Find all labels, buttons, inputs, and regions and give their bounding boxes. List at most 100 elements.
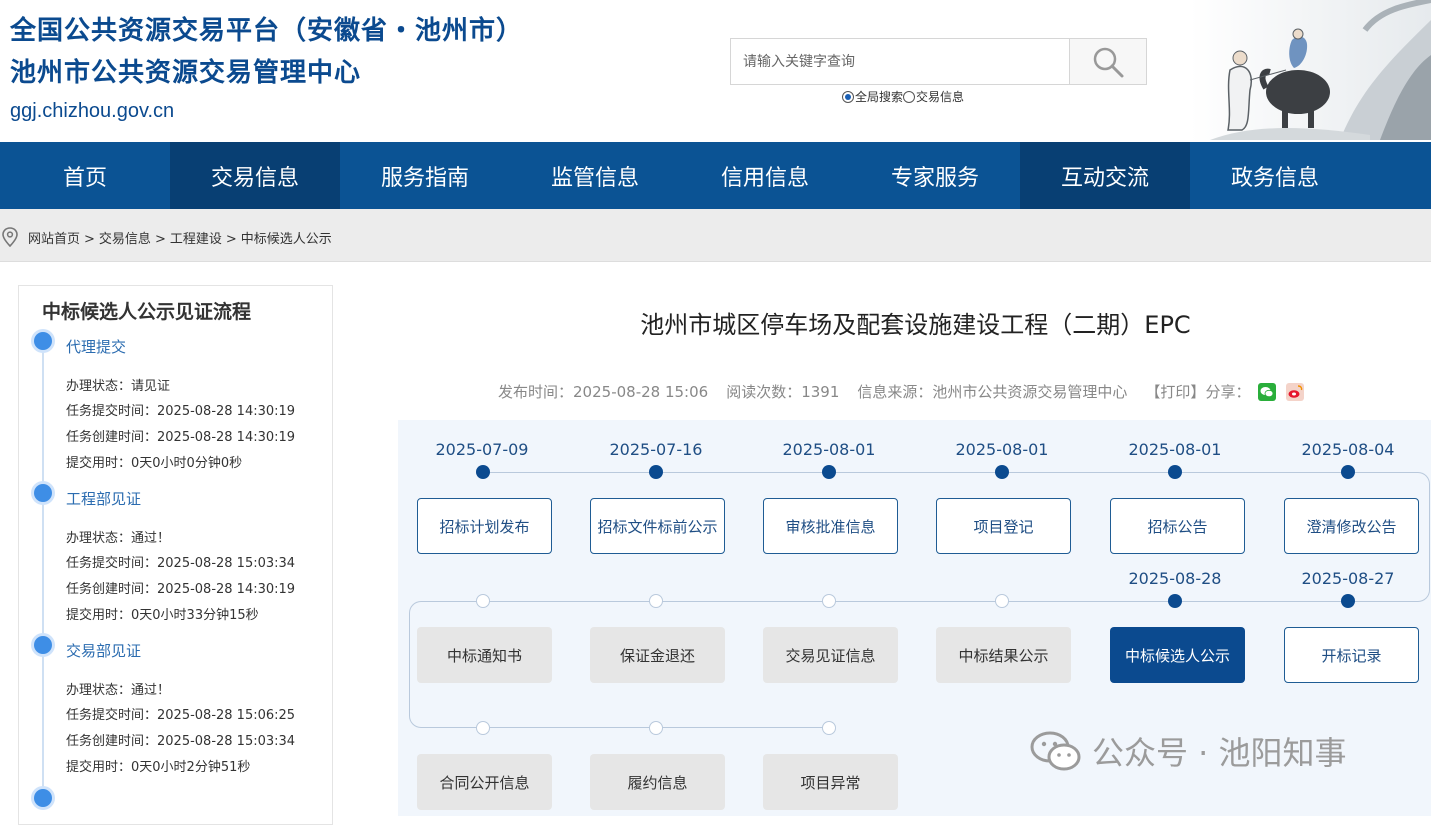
wechat-watermark: 公众号 · 池阳知事	[1030, 728, 1347, 774]
step-create-time: 任务创建时间：2025-08-28 14:30:19	[66, 430, 296, 445]
location-pin-icon	[2, 227, 18, 247]
site-domain: ggj.chizhou.gov.cn	[10, 100, 175, 122]
step-duration: 提交用时：0天0小时33分钟15秒	[66, 608, 259, 623]
nav-government[interactable]: 政务信息	[1190, 142, 1360, 209]
site-title-primary: 全国公共资源交易平台（安徽省・池州市）	[10, 16, 524, 46]
wechat-icon	[1030, 731, 1081, 771]
views-count: 1391	[801, 382, 840, 401]
views-label: 阅读次数：	[726, 383, 802, 401]
timeline-dot	[1168, 594, 1182, 608]
timeline-dot	[995, 465, 1009, 479]
ink-painting-illustration	[1190, 0, 1431, 140]
timeline-dot	[995, 594, 1009, 608]
step-status: 办理状态：通过！	[66, 683, 171, 698]
step-name-agent-submit: 代理提交	[66, 338, 127, 356]
article-title: 池州市城区停车场及配套设施建设工程（二期）EPC	[640, 311, 1191, 339]
step-deposit-refund[interactable]: 保证金退还	[590, 627, 725, 683]
step-date: 2025-08-01	[955, 440, 1049, 459]
search-button[interactable]	[1069, 39, 1146, 84]
step-award-result[interactable]: 中标结果公示	[936, 627, 1071, 683]
step-name-engineering-witness: 工程部见证	[66, 490, 142, 508]
step-date: 2025-07-16	[609, 440, 703, 459]
timeline-dot	[476, 721, 490, 735]
breadcrumb-home[interactable]: 网站首页	[28, 232, 80, 247]
source-value: 池州市公共资源交易管理中心	[932, 383, 1128, 401]
breadcrumb-current[interactable]: 中标候选人公示	[241, 232, 332, 247]
step-date: 2025-08-01	[782, 440, 876, 459]
timeline-dot	[1168, 465, 1182, 479]
radio-trade-info[interactable]	[903, 90, 916, 103]
step-bid-opening-record[interactable]: 开标记录	[1284, 627, 1419, 683]
breadcrumb: 网站首页 > 交易信息 > 工程建设 > 中标候选人公示	[28, 228, 332, 247]
step-contract-info[interactable]: 合同公开信息	[417, 754, 552, 810]
step-date: 2025-08-01	[1128, 440, 1222, 459]
step-dot	[34, 484, 52, 502]
watermark-text: 公众号 · 池阳知事	[1092, 734, 1347, 772]
step-submit-time: 任务提交时间：2025-08-28 14:30:19	[66, 404, 296, 419]
radio-trade-info-label: 交易信息	[916, 90, 965, 104]
radio-global-search-label: 全局搜索	[855, 90, 904, 104]
search-input[interactable]	[731, 39, 1069, 84]
weibo-share-icon[interactable]	[1286, 382, 1305, 401]
timeline-dot	[1341, 594, 1355, 608]
step-duration: 提交用时：0天0小时2分钟51秒	[66, 760, 251, 775]
nav-service-guide[interactable]: 服务指南	[340, 142, 510, 209]
nav-trade-info[interactable]: 交易信息	[170, 142, 340, 209]
step-bid-announcement[interactable]: 招标公告	[1110, 498, 1245, 554]
breadcrumb-separator: >	[84, 232, 95, 247]
article-meta: 发布时间： 2025-08-28 15:06 阅读次数： 1391 信息来源： …	[498, 381, 1305, 402]
main-nav: 首页 交易信息 服务指南 监管信息 信用信息 专家服务 互动交流 政务信息	[0, 142, 1431, 209]
breadcrumb-separator: >	[154, 232, 166, 247]
search-icon	[1093, 47, 1124, 77]
sidebar-timeline-line	[42, 341, 44, 801]
step-submit-time: 任务提交时间：2025-08-28 15:03:34	[66, 556, 296, 571]
step-project-exception[interactable]: 项目异常	[763, 754, 898, 810]
step-performance-info[interactable]: 履约信息	[590, 754, 725, 810]
step-bid-plan[interactable]: 招标计划发布	[417, 498, 552, 554]
step-create-time: 任务创建时间：2025-08-28 14:30:19	[66, 582, 296, 597]
timeline-dot	[649, 594, 663, 608]
breadcrumb-bar: 网站首页 > 交易信息 > 工程建设 > 中标候选人公示	[0, 209, 1431, 262]
nav-expert[interactable]: 专家服务	[850, 142, 1020, 209]
step-status: 办理状态：请见证	[66, 379, 171, 394]
source-label: 信息来源：	[857, 383, 933, 401]
nav-credit[interactable]: 信用信息	[680, 142, 850, 209]
witness-process-sidebar: 中标候选人公示见证流程 代理提交 办理状态：请见证 任务提交时间：2025-08…	[18, 285, 333, 825]
nav-supervision[interactable]: 监管信息	[510, 142, 680, 209]
print-link[interactable]: 【打印】	[1145, 381, 1205, 402]
step-name-trade-witness: 交易部见证	[66, 642, 142, 660]
step-project-registration[interactable]: 项目登记	[936, 498, 1071, 554]
step-bid-docs-preview[interactable]: 招标文件标前公示	[590, 498, 725, 554]
step-date: 2025-08-28	[1128, 569, 1222, 588]
nav-home[interactable]: 首页	[0, 142, 170, 209]
timeline-dot	[822, 721, 836, 735]
search-scope: 全局搜索 交易信息	[842, 88, 964, 105]
step-trade-witness-info[interactable]: 交易见证信息	[763, 627, 898, 683]
breadcrumb-engineering[interactable]: 工程建设	[170, 232, 222, 247]
step-candidate-publicity[interactable]: 中标候选人公示	[1110, 627, 1245, 683]
timeline-dot	[822, 465, 836, 479]
step-award-notice[interactable]: 中标通知书	[417, 627, 552, 683]
step-approval-info[interactable]: 审核批准信息	[763, 498, 898, 554]
step-date: 2025-07-09	[435, 440, 529, 459]
step-date: 2025-08-27	[1301, 569, 1395, 588]
breadcrumb-separator: >	[225, 232, 237, 247]
timeline-dot	[476, 594, 490, 608]
timeline-dot	[822, 594, 836, 608]
step-clarification[interactable]: 澄清修改公告	[1284, 498, 1419, 554]
radio-global-search[interactable]	[842, 90, 854, 103]
step-date: 2025-08-04	[1301, 440, 1395, 459]
breadcrumb-trade-info[interactable]: 交易信息	[99, 232, 151, 247]
nav-interaction[interactable]: 互动交流	[1020, 142, 1190, 209]
search-box	[730, 38, 1147, 85]
site-header: 全国公共资源交易平台（安徽省・池州市） 池州市公共资源交易管理中心 ggj.ch…	[0, 0, 1431, 142]
step-dot	[34, 636, 52, 654]
wechat-share-icon[interactable]	[1258, 382, 1277, 401]
step-status: 办理状态：通过！	[66, 531, 171, 546]
sidebar-title: 中标候选人公示见证流程	[42, 301, 252, 323]
step-create-time: 任务创建时间：2025-08-28 15:03:34	[66, 734, 296, 749]
timeline-dot	[476, 465, 490, 479]
step-dot	[34, 789, 52, 807]
step-duration: 提交用时：0天0小时0分钟0秒	[66, 456, 243, 471]
site-title-secondary: 池州市公共资源交易管理中心	[10, 58, 362, 88]
